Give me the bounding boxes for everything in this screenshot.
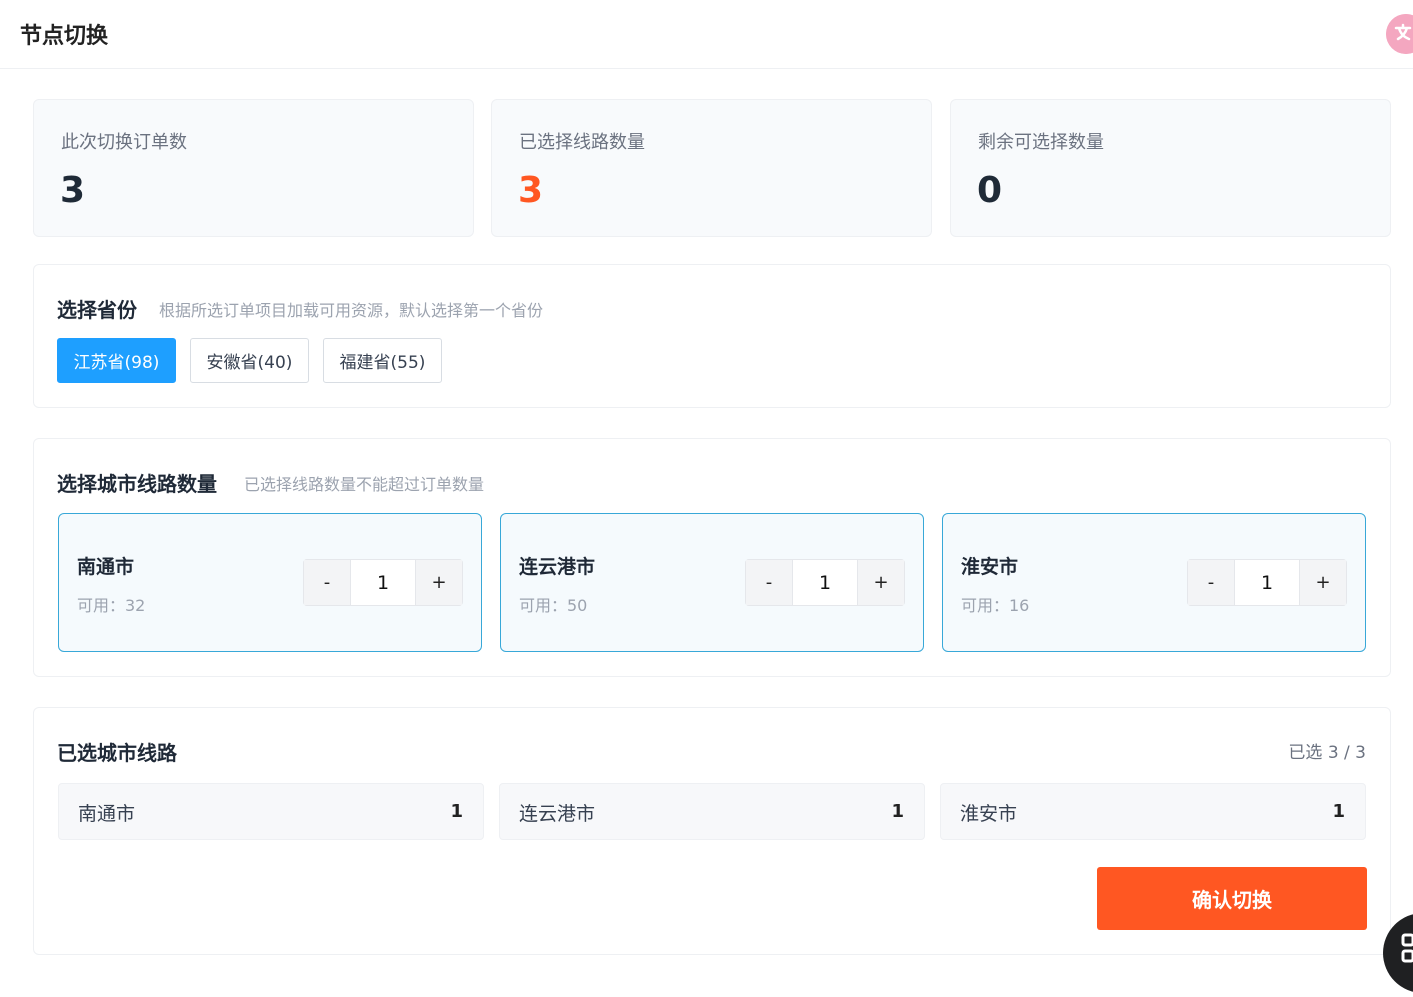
section-title: 选择城市线路数量: [57, 472, 217, 496]
quantity-stepper: - +: [303, 559, 463, 606]
stat-label: 已选择线路数量: [519, 132, 645, 153]
page-title: 节点切换: [20, 24, 109, 49]
selected-item: 连云港市 1: [499, 783, 925, 840]
city-card: 连云港市 可用：50 - +: [500, 513, 924, 652]
quantity-input[interactable]: [1234, 560, 1300, 605]
quantity-stepper: - +: [745, 559, 905, 606]
section-hint: 根据所选订单项目加载可用资源，默认选择第一个省份: [159, 301, 544, 320]
stat-value: 3: [60, 170, 86, 211]
province-option-anhui[interactable]: 安徽省(40): [190, 338, 309, 383]
city-available: 可用：32: [77, 596, 146, 615]
selected-counter: 已选 3 / 3: [1288, 743, 1366, 763]
stat-label: 此次切换订单数: [61, 132, 187, 153]
province-section: 选择省份 根据所选订单项目加载可用资源，默认选择第一个省份 江苏省(98) 安徽…: [33, 264, 1391, 408]
selected-item-name: 淮安市: [960, 803, 1018, 825]
confirm-switch-button[interactable]: 确认切换: [1097, 867, 1367, 930]
city-name: 淮安市: [961, 556, 1019, 578]
city-name: 连云港市: [519, 556, 596, 578]
quantity-input[interactable]: [350, 560, 416, 605]
increment-button[interactable]: +: [416, 560, 462, 605]
province-option-fujian[interactable]: 福建省(55): [323, 338, 442, 383]
selected-item-count: 1: [891, 801, 904, 822]
city-card: 南通市 可用：32 - +: [58, 513, 482, 652]
floating-action-button[interactable]: [1383, 913, 1413, 993]
section-title: 选择省份: [57, 298, 137, 322]
selected-item-count: 1: [1332, 801, 1345, 822]
increment-button[interactable]: +: [1300, 560, 1346, 605]
decrement-button[interactable]: -: [746, 560, 792, 605]
stat-card-selected: 已选择线路数量 3: [491, 99, 932, 237]
selected-section: 已选城市线路 已选 3 / 3 南通市 1 连云港市 1 淮安市 1 确认切换: [33, 707, 1391, 955]
section-title: 已选城市线路: [57, 741, 177, 765]
quantity-stepper: - +: [1187, 559, 1347, 606]
selected-item-count: 1: [450, 801, 463, 822]
increment-button[interactable]: +: [858, 560, 904, 605]
quantity-input[interactable]: [792, 560, 858, 605]
selected-item-name: 连云港市: [519, 803, 596, 825]
selected-item-name: 南通市: [78, 803, 136, 825]
page-header: 节点切换: [0, 0, 1413, 69]
avatar[interactable]: [1386, 14, 1413, 54]
stat-value: 3: [518, 170, 544, 211]
stat-label: 剩余可选择数量: [978, 132, 1104, 153]
selected-item: 南通市 1: [58, 783, 484, 840]
city-section: 选择城市线路数量 已选择线路数量不能超过订单数量 南通市 可用：32 - + 连…: [33, 438, 1391, 677]
decrement-button[interactable]: -: [1188, 560, 1234, 605]
stat-card-orders: 此次切换订单数 3: [33, 99, 474, 237]
stat-card-remaining: 剩余可选择数量 0: [950, 99, 1391, 237]
stat-value: 0: [977, 170, 1003, 211]
decrement-button[interactable]: -: [304, 560, 350, 605]
city-name: 南通市: [77, 556, 135, 578]
grid-icon: [1401, 933, 1413, 963]
city-available: 可用：16: [961, 596, 1030, 615]
province-option-jiangsu[interactable]: 江苏省(98): [57, 338, 176, 383]
city-available: 可用：50: [519, 596, 588, 615]
translate-icon: [1386, 14, 1413, 54]
section-hint: 已选择线路数量不能超过订单数量: [244, 475, 485, 494]
city-card: 淮安市 可用：16 - +: [942, 513, 1366, 652]
selected-item: 淮安市 1: [940, 783, 1366, 840]
